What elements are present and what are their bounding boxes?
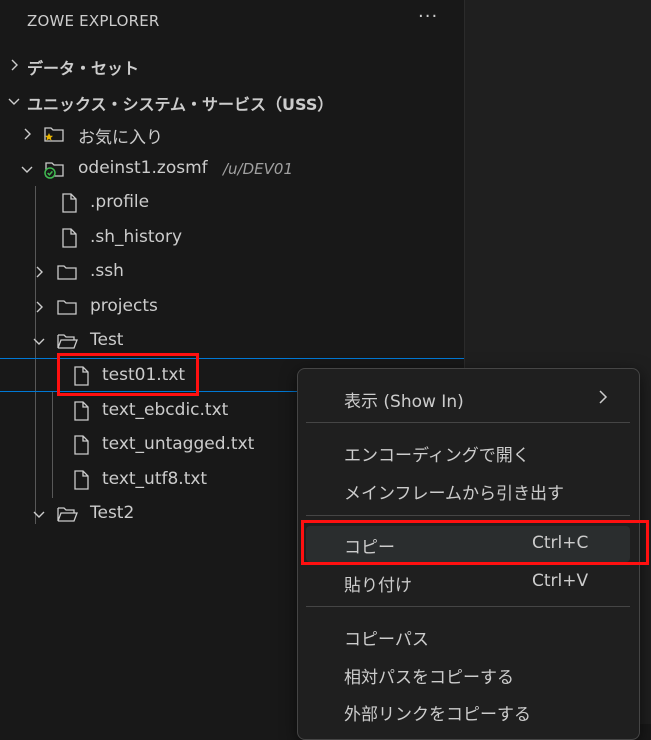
menu-item-shortcut: Ctrl+V [532,571,589,591]
tree-item-folder[interactable]: projects [0,290,464,324]
tree-item-label: .profile [90,192,150,212]
menu-separator [306,422,630,423]
file-icon [70,469,92,491]
folder-icon [56,261,78,283]
tree-section-uss[interactable]: ユニックス・システム・サービス（USS） [0,84,464,118]
menu-item-copy-path[interactable]: コピーパス [306,618,630,654]
menu-item-show-in[interactable]: 表示 (Show In) [306,380,630,416]
chevron-down-icon[interactable] [31,333,47,349]
profile-path: /u/DEV01 [223,160,293,178]
menu-item-label: 外部リンクをコピーする [344,705,531,725]
chevron-right-icon[interactable] [31,299,47,315]
menu-item-paste[interactable]: 貼り付け Ctrl+V [306,564,630,600]
chevron-down-icon[interactable] [19,161,35,177]
panel-title: ZOWE EXPLORER [27,12,160,30]
folder-open-icon [56,330,78,352]
chevron-down-icon[interactable] [6,93,22,109]
file-icon [70,434,92,456]
chevron-right-icon[interactable] [31,264,47,280]
submenu-arrow-icon [596,389,610,409]
highlight-box-copy [301,520,649,565]
menu-item-copy-relative-path[interactable]: 相対パスをコピーする [306,656,630,692]
folder-open-icon [56,503,78,525]
chevron-right-icon[interactable] [6,57,22,73]
profile-connected-icon [43,158,65,180]
file-icon [58,192,80,214]
menu-separator [306,606,630,607]
menu-item-label: 表示 (Show In) [344,392,464,412]
chevron-right-icon[interactable] [19,126,35,142]
menu-item-open-with-encoding[interactable]: エンコーディングで開く [306,434,630,470]
tree-item-label: odeinst1.zosmf [78,158,208,178]
chevron-down-icon[interactable] [31,506,47,522]
panel-header: ZOWE EXPLORER ··· [0,0,464,44]
tree-item-file[interactable]: .profile [0,186,464,220]
file-icon [70,400,92,422]
menu-separator [306,515,630,516]
tree-item-file[interactable]: .sh_history [0,221,464,255]
file-icon [58,227,80,249]
highlight-box-file [57,353,199,396]
menu-item-pull-from-mainframe[interactable]: メインフレームから引き出す [306,472,630,508]
tree-item-label: projects [90,296,158,316]
tree-item-label: text_ebcdic.txt [102,400,229,420]
tree-item-favorites[interactable]: お気に入り [0,117,464,151]
menu-item-label: 相対パスをコピーする [344,668,514,688]
tree-item-label: .ssh [90,261,124,281]
tree-section-label: データ・セット [27,59,140,78]
tree-item-label: お気に入り [78,128,163,148]
menu-item-label: コピーパス [344,630,429,650]
menu-item-label: 貼り付け [344,576,412,596]
tree-item-label: text_utf8.txt [102,469,208,489]
tree-item-label: Test [90,330,124,350]
folder-icon [56,296,78,318]
tree-item-folder[interactable]: .ssh [0,255,464,289]
favorites-folder-icon [43,123,65,145]
tree-item-label: .sh_history [90,227,183,247]
tree-section-datasets[interactable]: データ・セット [0,48,464,82]
tree-item-label: text_untagged.txt [102,434,255,454]
menu-item-label: エンコーディングで開く [344,446,530,466]
more-actions-icon[interactable]: ··· [418,6,438,27]
tree-item-profile[interactable]: odeinst1.zosmf /u/DEV01 [0,152,464,186]
tree-item-label: Test2 [90,503,135,523]
tree-section-label: ユニックス・システム・サービス（USS） [27,95,334,114]
menu-item-label: メインフレームから引き出す [344,484,564,504]
